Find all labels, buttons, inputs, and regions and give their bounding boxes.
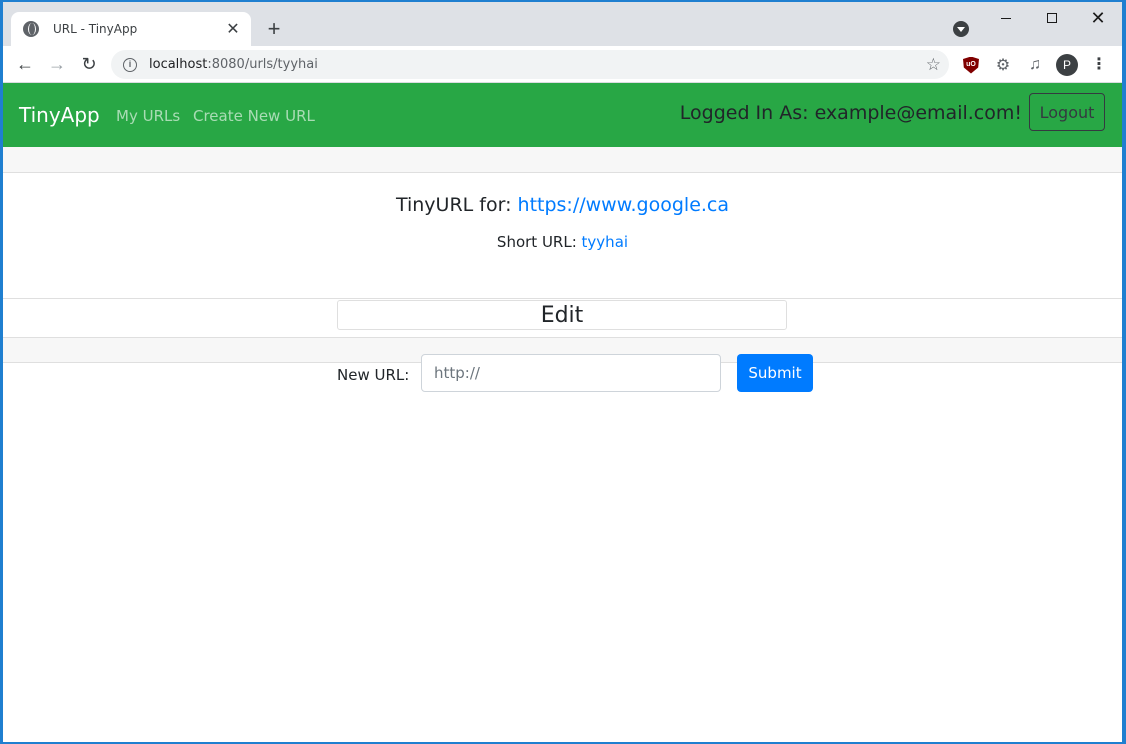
title-prefix: TinyURL for:	[395, 194, 512, 216]
globe-icon	[23, 21, 39, 37]
maximize-icon	[1047, 13, 1057, 23]
edit-heading: Edit	[337, 300, 787, 330]
url-host: localhost	[149, 57, 208, 72]
minimize-icon	[1001, 17, 1011, 19]
long-url-link[interactable]: https://www.google.ca	[518, 194, 730, 216]
nav-create-new-url[interactable]: Create New URL	[193, 107, 315, 125]
ublock-extension-icon[interactable]: uO	[961, 55, 981, 75]
close-window-button[interactable]: ✕	[1075, 2, 1121, 34]
forward-arrow-icon[interactable]: →	[45, 52, 69, 76]
new-url-input[interactable]	[421, 354, 721, 392]
nav-my-urls[interactable]: My URLs	[116, 107, 180, 125]
tab-title: URL - TinyApp	[53, 22, 138, 36]
new-url-label: New URL:	[337, 366, 410, 384]
browser-toolbar: ← → ↻ i localhost:8080/urls/tyyhai ☆ uO …	[3, 46, 1122, 83]
logout-button[interactable]: Logout	[1029, 93, 1105, 131]
navbar: TinyApp My URLs Create New URL Logged In…	[3, 83, 1122, 147]
tab-search-icon[interactable]	[953, 21, 969, 37]
tab-close-icon[interactable]: ✕	[225, 19, 241, 39]
browser-menu-icon[interactable]: ⋮	[1091, 55, 1107, 75]
media-control-icon[interactable]: ♫	[1025, 55, 1045, 75]
maximize-button[interactable]	[1029, 2, 1075, 34]
address-url: localhost:8080/urls/tyyhai	[149, 57, 318, 72]
logged-in-text: Logged In As: example@email.com!	[679, 102, 1022, 124]
browser-window: URL - TinyApp ✕ + ✕ ← → ↻ i localhost:80…	[3, 2, 1122, 742]
back-arrow-icon[interactable]: ←	[13, 52, 37, 76]
browser-tab[interactable]: URL - TinyApp ✕	[11, 12, 251, 46]
short-url-link[interactable]: tyyhai	[582, 233, 629, 251]
short-url-line: Short URL: tyyhai	[3, 233, 1122, 251]
short-url-label: Short URL:	[496, 233, 577, 251]
url-path: :8080/urls/tyyhai	[207, 57, 318, 72]
page-content: TinyApp My URLs Create New URL Logged In…	[3, 83, 1122, 742]
extensions-puzzle-icon[interactable]: ⚙	[993, 55, 1013, 75]
info-icon[interactable]: i	[123, 57, 137, 72]
brand-link[interactable]: TinyApp	[19, 103, 100, 127]
profile-avatar[interactable]: P	[1056, 54, 1078, 76]
url-card: TinyURL for: https://www.google.ca Short…	[3, 147, 1122, 363]
card-header	[3, 147, 1122, 173]
submit-button[interactable]: Submit	[737, 354, 813, 392]
minimize-button[interactable]	[983, 2, 1029, 34]
new-tab-button[interactable]: +	[261, 16, 287, 42]
tab-strip: URL - TinyApp ✕ + ✕	[3, 2, 1122, 46]
card-title: TinyURL for: https://www.google.ca	[3, 194, 1122, 216]
reload-icon[interactable]: ↻	[77, 52, 101, 76]
bookmark-star-icon[interactable]: ☆	[926, 55, 941, 75]
address-bar[interactable]: i localhost:8080/urls/tyyhai ☆	[111, 50, 949, 79]
